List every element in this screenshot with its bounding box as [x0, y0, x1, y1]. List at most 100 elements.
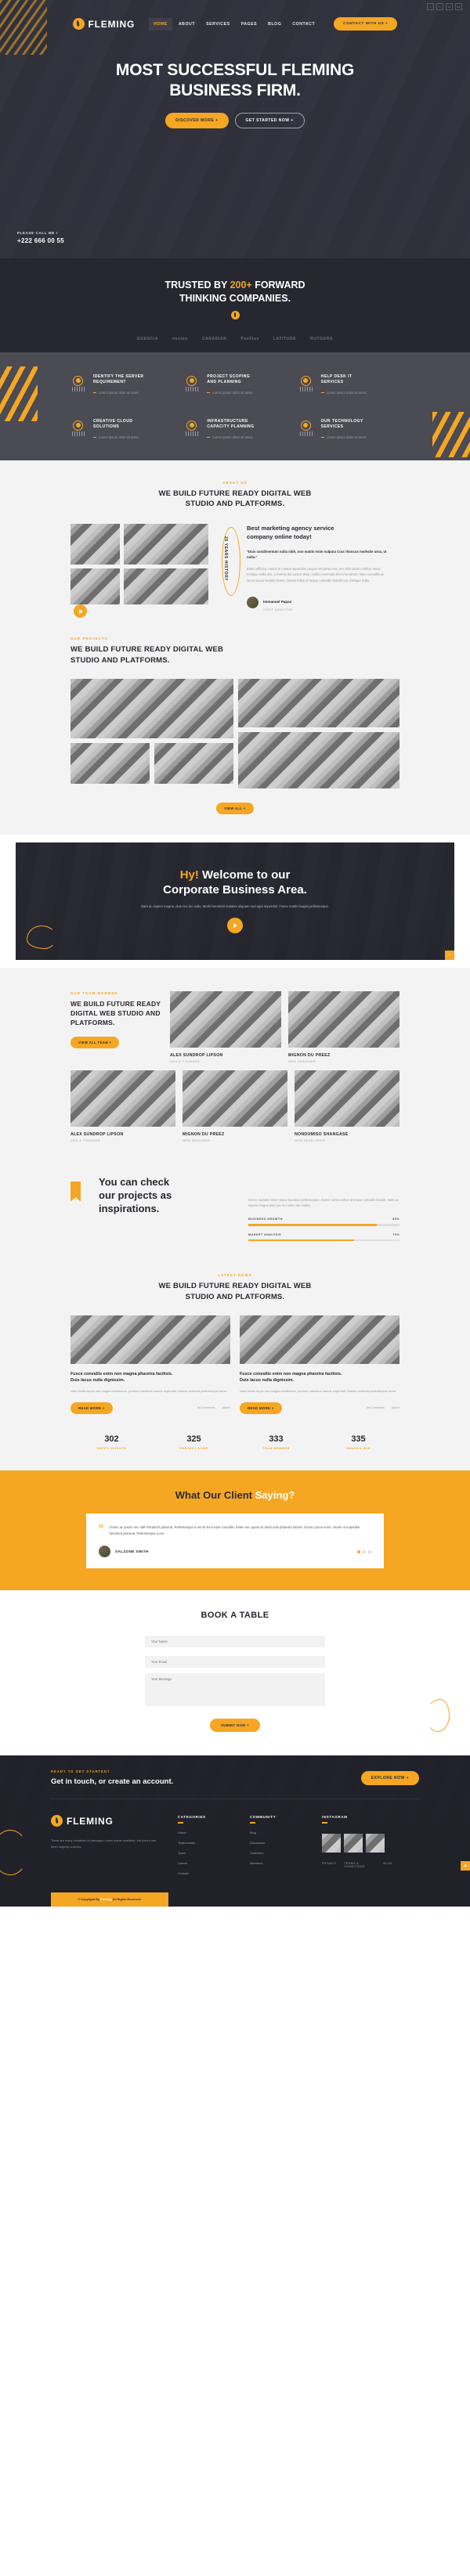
portfolio-photo[interactable] — [238, 731, 400, 788]
carousel-dots[interactable] — [357, 1550, 371, 1553]
portfolio-gallery — [70, 678, 400, 788]
team-role: WEB DESIGNER — [183, 1138, 211, 1142]
footer-terms-link[interactable]: TERMS & CONDITIONS — [344, 1862, 375, 1868]
read-more-button[interactable]: READ MORE + — [70, 1402, 113, 1414]
blog-card[interactable]: Fusce convallis enim non magna pharetra … — [70, 1315, 230, 1414]
footer-privacy-link[interactable]: PRIVACY — [322, 1862, 336, 1868]
instagram-photo[interactable] — [366, 1833, 385, 1853]
chevron-decoration-left-icon — [0, 366, 38, 421]
counter-number: 302 — [104, 1434, 119, 1444]
view-all-team-button[interactable]: VIEW ALL TEAM + — [70, 1037, 120, 1049]
name-field[interactable] — [145, 1636, 325, 1648]
client-logo-posfluv: PosFluv — [240, 336, 259, 341]
team-title: WE BUILD FUTURE READY DIGITAL WEB STUDIO … — [70, 999, 161, 1027]
counter-number: 333 — [269, 1434, 284, 1444]
counters: 302 HAPPY CLIENTS 325 PROJECT DONE 333 T… — [70, 1434, 400, 1450]
phone-number[interactable]: +222 666 00 55 — [17, 237, 64, 244]
footer-blog-link[interactable]: BLOG — [383, 1862, 392, 1868]
service-card[interactable]: OUR TECHNOLOGY SERVICES Lorem ipsum dolor… — [298, 419, 400, 440]
team-photo — [295, 1070, 400, 1127]
footer-cta: READY TO GET STARTED? Get in touch, or c… — [51, 1755, 419, 1800]
play-video-button[interactable] — [74, 604, 87, 618]
nav-item-blog[interactable]: BLOG — [263, 18, 286, 31]
footer-link[interactable]: Collection — [250, 1851, 305, 1855]
nav-item-home[interactable]: HOME — [149, 17, 172, 31]
footer-brand-logo[interactable]: FLEMING — [51, 1815, 161, 1827]
chart-icon — [184, 374, 201, 393]
service-card[interactable]: IDENTIFY THE SERVER REQUIREMENT Lorem ips… — [70, 374, 172, 395]
service-card[interactable]: CREATIVE CLOUD SOLUTIONS Lorem ipsum dolo… — [70, 419, 172, 440]
footer-link[interactable]: Contact — [178, 1871, 233, 1875]
team-intro: OUR TEAM MEMBER WE BUILD FUTURE READY DIG… — [70, 991, 163, 1063]
message-field[interactable] — [145, 1673, 325, 1707]
team-role: WEB DEVELOPER — [295, 1138, 326, 1142]
facebook-icon[interactable]: f — [427, 3, 434, 10]
email-field[interactable] — [145, 1656, 325, 1669]
headset-icon — [298, 374, 316, 393]
footer-link[interactable]: Members — [250, 1861, 305, 1865]
blog-comments: No Comments — [366, 1406, 385, 1410]
projects-title: You can check our projects as inspirations… — [99, 1175, 172, 1214]
footer-link[interactable]: Testimonials — [178, 1841, 233, 1845]
nav-item-contact[interactable]: CONTACT — [287, 18, 320, 31]
footer: READY TO GET STARTED? Get in touch, or c… — [0, 1755, 470, 1907]
team-card[interactable]: MIGNON DU PREEZ WEB DESIGNER — [288, 990, 400, 1063]
portfolio-photo[interactable] — [154, 742, 233, 784]
instagram-photo[interactable] — [322, 1833, 341, 1853]
nav-item-pages[interactable]: PAGES — [237, 18, 262, 31]
team-name: MIGNON DU PREEZ — [288, 1052, 331, 1058]
squiggle-decoration-icon — [27, 925, 56, 949]
get-started-now-button[interactable]: GET STARTED NOW + — [234, 113, 305, 129]
submit-button[interactable]: SUBMIT NOW + — [210, 1719, 260, 1733]
behance-icon[interactable]: be — [455, 3, 462, 10]
about-copy: Best marketing agency service company onl… — [247, 524, 392, 612]
team-card[interactable]: ALEX SUNDROP LIPSON CEO & FOUNDER — [70, 1070, 175, 1142]
scroll-to-top-button[interactable]: ▲ — [461, 1860, 470, 1871]
play-video-button[interactable] — [227, 918, 243, 934]
portfolio-photo[interactable] — [70, 678, 233, 738]
team-card[interactable]: ALEX SUNDROP LIPSON CEO & FOUNDER — [170, 990, 281, 1063]
team-role: CEO & FOUNDER — [170, 1059, 201, 1063]
blog-card[interactable]: Fusce convallis enim non magna pharetra … — [240, 1315, 400, 1414]
portfolio-photo[interactable] — [238, 678, 400, 727]
author-role: CHIEF DIRECTOR — [263, 608, 293, 612]
discover-more-button[interactable]: DISCOVER MORE + — [165, 113, 229, 129]
brand-logo[interactable]: FLEMING — [72, 18, 136, 30]
service-card[interactable]: INFRASTRUCTURE CAPACITY PLANNING Lorem ip… — [184, 419, 285, 440]
next-slide-button[interactable]: › — [445, 950, 454, 960]
team-name: ALEX SUNDROP LIPSON — [70, 1131, 124, 1137]
counter-label: PROJECT DONE — [179, 1446, 208, 1450]
team-eyebrow: OUR TEAM MEMBER — [70, 990, 118, 995]
portfolio-photo[interactable] — [70, 742, 150, 784]
read-more-button[interactable]: READ MORE + — [240, 1402, 282, 1414]
explore-now-button[interactable]: EXPLORE NOW + — [360, 1770, 419, 1785]
avatar — [247, 596, 258, 608]
team-card[interactable]: NONDUMISO SHANGASE WEB DEVELOPER — [295, 1070, 400, 1142]
projects-paragraph: Donec sodales dolor neque faucibus pelle… — [248, 1197, 399, 1207]
twitter-icon[interactable]: t — [436, 3, 443, 10]
hero-title: MOST SUCCESSFUL FLEMING BUSINESS FIRM. — [0, 60, 470, 100]
service-card[interactable]: HELP DESK IT SERVICES Lorem ipsum dolor s… — [298, 374, 400, 395]
team-card[interactable]: MIGNON DU PREEZ WEB DESIGNER — [183, 1070, 287, 1142]
squiggle-decoration-icon — [426, 1699, 450, 1733]
service-desc: Lorem ipsum dolor sit amet. — [321, 391, 367, 395]
contact-with-us-button[interactable]: CONTACT WITH US + — [334, 17, 398, 31]
footer-link[interactable]: Career — [178, 1861, 233, 1865]
footer-link[interactable]: Discussion — [250, 1841, 305, 1845]
testimonial-quote: Donec ac ipsum nec nibh hendrerit placer… — [109, 1524, 360, 1535]
footer-link[interactable]: Blog — [250, 1831, 305, 1835]
footer-cta-title: Get in touch, or create an account. — [51, 1777, 174, 1787]
service-card[interactable]: PROJECT SCOPING AND PLANNING Lorem ipsum … — [184, 374, 285, 395]
testimonial-author: SALZONE SMITH — [115, 1550, 149, 1554]
footer-link[interactable]: Team — [178, 1851, 233, 1855]
skill-label: BUSINESS GROWTH — [248, 1218, 283, 1221]
about-section: ABOUT US WE BUILD FUTURE READY DIGITAL W… — [0, 460, 470, 632]
linkedin-icon[interactable]: in — [446, 3, 453, 10]
flame-logo-icon — [72, 18, 85, 30]
counter-label: AWARDS WIN — [346, 1446, 371, 1450]
view-all-portfolio-button[interactable]: VIEW ALL + — [216, 802, 254, 814]
nav-item-services[interactable]: SERVICES — [201, 18, 235, 31]
footer-link[interactable]: Home — [178, 1831, 233, 1835]
nav-item-about[interactable]: ABOUT — [174, 18, 200, 31]
instagram-photo[interactable] — [344, 1833, 363, 1853]
